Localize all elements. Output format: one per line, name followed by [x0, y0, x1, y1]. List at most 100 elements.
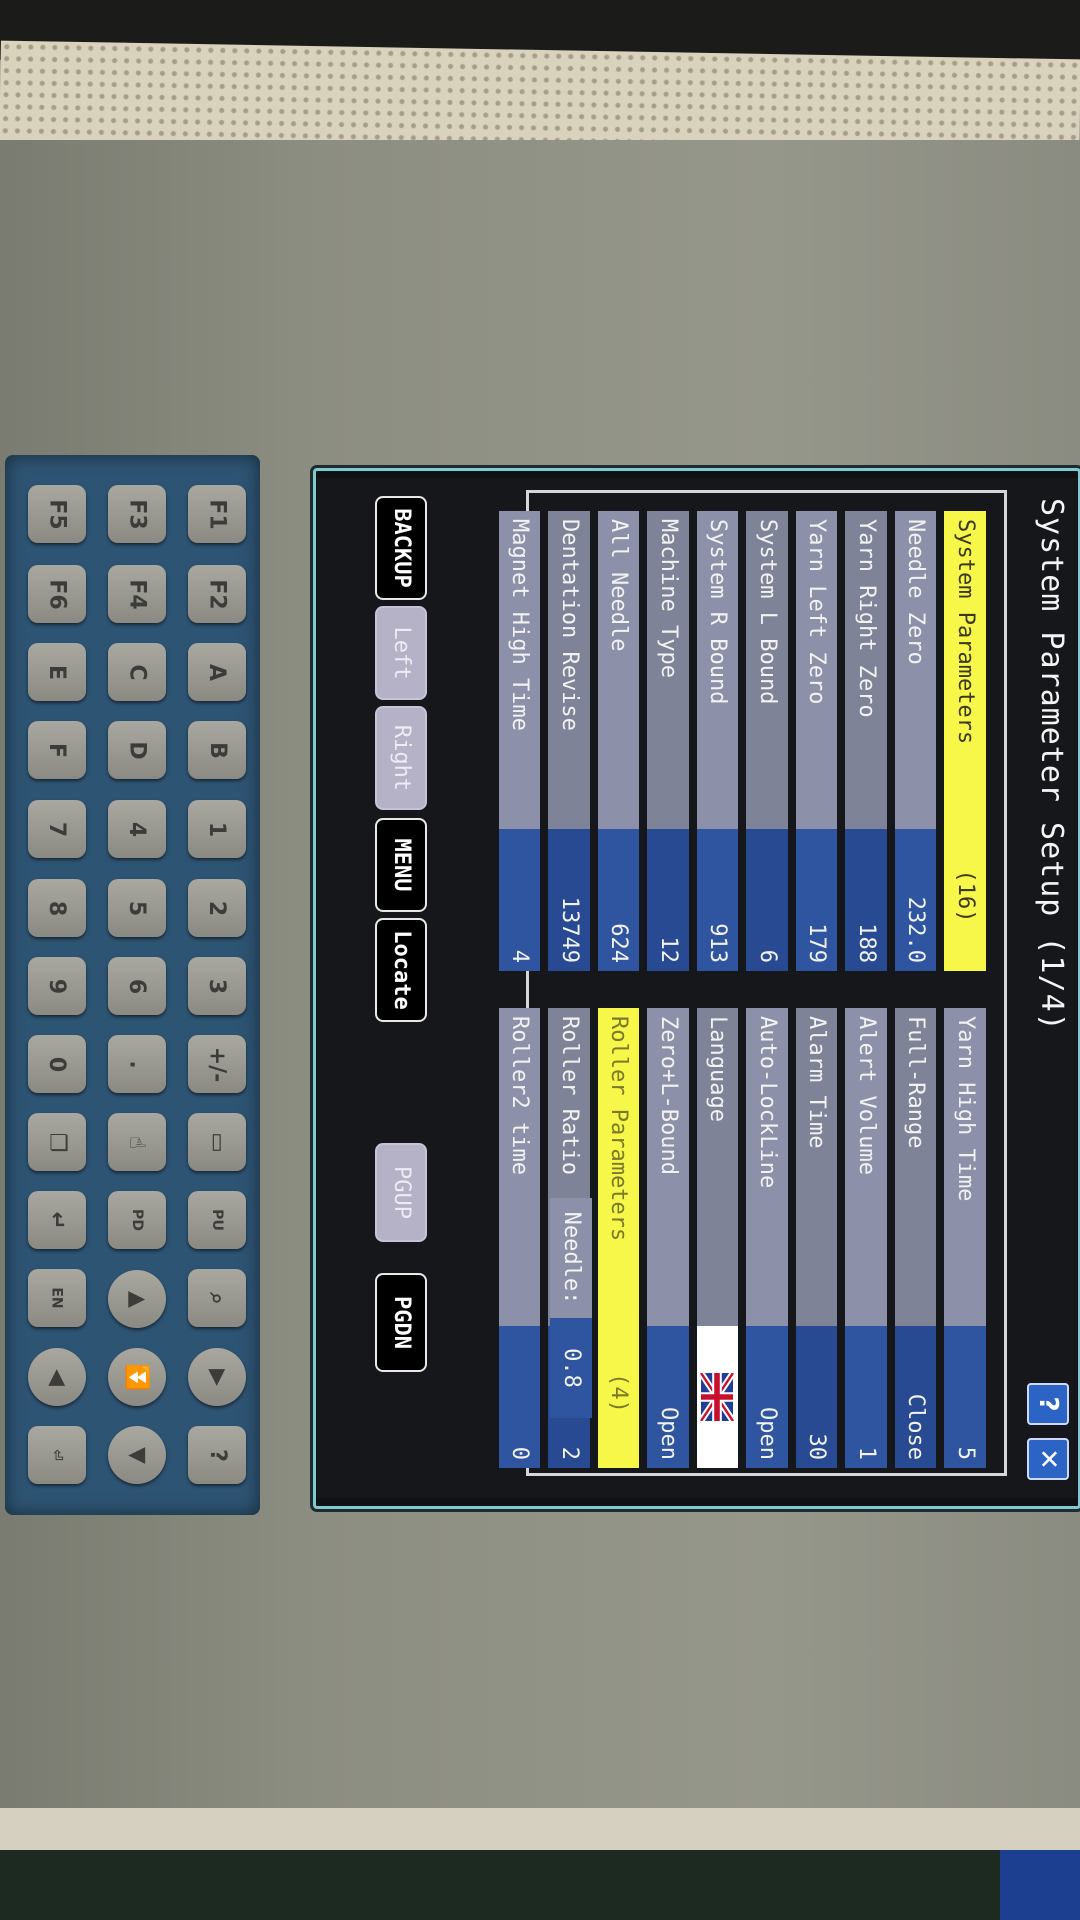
- parameter-value: Close: [895, 1326, 937, 1468]
- key-hand-icon[interactable]: ☝: [108, 1113, 166, 1171]
- needle-label: Needle:: [550, 1198, 592, 1318]
- locate-button[interactable]: Locate: [375, 918, 427, 1022]
- key-arrow-up-icon[interactable]: ▶: [188, 1348, 246, 1406]
- parameter-value: (4): [598, 1326, 640, 1468]
- left-parameter-table: System Parameters (16) Needle Zero 232.0…: [491, 511, 986, 971]
- left-button[interactable]: Left: [375, 606, 427, 700]
- key-arrow-left-icon[interactable]: ▼: [108, 1426, 166, 1484]
- parameter-value: Open: [647, 1326, 689, 1468]
- parameter-value: 6: [746, 829, 788, 971]
- key-0[interactable]: 0: [28, 1035, 86, 1093]
- key-back-icon[interactable]: ↵: [28, 1191, 86, 1249]
- table-header-row[interactable]: System Parameters (16): [944, 511, 986, 971]
- parameter-label: Language: [697, 1008, 739, 1326]
- key-4[interactable]: 4: [108, 800, 166, 858]
- key-pu-icon[interactable]: PU: [188, 1191, 246, 1249]
- table-row[interactable]: Yarn High Time 5: [944, 1008, 986, 1468]
- key-plus-minus[interactable]: +/-: [188, 1035, 246, 1093]
- parameter-label: All Needle: [598, 511, 640, 829]
- parameter-value: 188: [845, 829, 887, 971]
- parameter-frame: System Parameters (16) Needle Zero 232.0…: [499, 490, 1007, 1476]
- table-row[interactable]: System R Bound 913: [697, 511, 739, 971]
- pgdn-button[interactable]: PGDN: [375, 1273, 427, 1372]
- key-copy-icon[interactable]: ❐: [28, 1113, 86, 1171]
- parameter-label: System Parameters: [944, 511, 986, 829]
- key-f2[interactable]: F2: [188, 565, 246, 623]
- key-f3[interactable]: F3: [108, 485, 166, 543]
- key-f[interactable]: F: [28, 721, 86, 779]
- key-b[interactable]: B: [188, 721, 246, 779]
- table-row[interactable]: Alert Volume 1: [845, 1008, 887, 1468]
- parameter-label: Roller Parameters: [598, 1008, 640, 1326]
- key-7[interactable]: 7: [28, 800, 86, 858]
- parameter-label: Dentation Revise: [548, 511, 590, 829]
- parameter-value: Open: [746, 1326, 788, 1468]
- right-button[interactable]: Right: [375, 706, 427, 810]
- key-c[interactable]: C: [108, 643, 166, 701]
- table-row[interactable]: All Needle 624: [598, 511, 640, 971]
- key-pd-icon[interactable]: PD: [108, 1191, 166, 1249]
- key-5[interactable]: 5: [108, 879, 166, 937]
- parameter-value: 1: [845, 1326, 887, 1468]
- key-6[interactable]: 6: [108, 957, 166, 1015]
- key-3[interactable]: 3: [188, 957, 246, 1015]
- key-d[interactable]: D: [108, 721, 166, 779]
- key-screen-icon[interactable]: ▭: [188, 1113, 246, 1171]
- key-fast-forward-icon[interactable]: ⏬: [108, 1348, 166, 1406]
- pgup-button[interactable]: PGUP: [375, 1143, 427, 1242]
- parameter-label: System R Bound: [697, 511, 739, 829]
- key-help[interactable]: ?: [188, 1426, 246, 1484]
- table-row[interactable]: Zero+L-Bound Open: [647, 1008, 689, 1468]
- key-8[interactable]: 8: [28, 879, 86, 937]
- backup-button[interactable]: BACKUP: [375, 496, 427, 600]
- key-1[interactable]: 1: [188, 800, 246, 858]
- parameter-value: 913: [697, 829, 739, 971]
- parameter-value: 5: [944, 1326, 986, 1468]
- table-row[interactable]: Alarm Time 30: [796, 1008, 838, 1468]
- button-bar: BACKUP Left Right MENU Locate PGUP PGDN: [317, 478, 537, 1498]
- uk-flag-icon: [698, 1373, 737, 1421]
- key-dot[interactable]: .: [108, 1035, 166, 1093]
- key-a[interactable]: A: [188, 643, 246, 701]
- table-row[interactable]: Needle Zero 232.0: [895, 511, 937, 971]
- keypad-panel: F1 F2 A B 1 2 3 +/- ▭ PU ⌕ ▶ ? F3 F4 C D…: [5, 455, 260, 1515]
- table-row[interactable]: Full-Range Close: [895, 1008, 937, 1468]
- page-title: System Parameter Setup (1/4): [1034, 498, 1069, 1032]
- table-row[interactable]: Language: [697, 1008, 739, 1468]
- background-corner: [1000, 1850, 1080, 1920]
- monitor: System Parameter Setup (1/4) ? ✕ System …: [313, 468, 1080, 1509]
- parameter-value: 13749: [548, 829, 590, 971]
- key-arrow-down-icon[interactable]: ◀: [28, 1348, 86, 1406]
- key-search-icon[interactable]: ⌕: [188, 1269, 246, 1327]
- key-arrow-right-icon[interactable]: ▲: [108, 1270, 166, 1328]
- table-header-row[interactable]: Roller Parameters (4): [598, 1008, 640, 1468]
- parameter-value: 12: [647, 829, 689, 971]
- key-f1[interactable]: F1: [188, 485, 246, 543]
- key-f6[interactable]: F6: [28, 565, 86, 623]
- key-2[interactable]: 2: [188, 879, 246, 937]
- parameter-value: 30: [796, 1326, 838, 1468]
- key-f4[interactable]: F4: [108, 565, 166, 623]
- language-value[interactable]: [697, 1326, 739, 1468]
- parameter-label: Yarn High Time: [944, 1008, 986, 1326]
- key-9[interactable]: 9: [28, 957, 86, 1015]
- parameter-value: (16): [944, 829, 986, 971]
- table-row[interactable]: Dentation Revise 13749: [548, 511, 590, 971]
- table-row[interactable]: Auto-LockLine Open: [746, 1008, 788, 1468]
- close-button[interactable]: ✕: [1027, 1438, 1069, 1480]
- menu-button[interactable]: MENU: [375, 818, 427, 912]
- table-row[interactable]: System L Bound 6: [746, 511, 788, 971]
- table-row[interactable]: Machine Type 12: [647, 511, 689, 971]
- table-row[interactable]: Yarn Right Zero 188: [845, 511, 887, 971]
- parameter-label: System L Bound: [746, 511, 788, 829]
- key-enter-icon[interactable]: ⏎: [28, 1426, 86, 1484]
- key-f5[interactable]: F5: [28, 485, 86, 543]
- help-button[interactable]: ?: [1027, 1383, 1069, 1425]
- parameter-label: Yarn Left Zero: [796, 511, 838, 829]
- key-lang-icon[interactable]: EN: [28, 1269, 86, 1327]
- key-e[interactable]: E: [28, 643, 86, 701]
- table-row[interactable]: Yarn Left Zero 179: [796, 511, 838, 971]
- parameter-label: Full-Range: [895, 1008, 937, 1326]
- parameter-value: 179: [796, 829, 838, 971]
- parameter-value: 624: [598, 829, 640, 971]
